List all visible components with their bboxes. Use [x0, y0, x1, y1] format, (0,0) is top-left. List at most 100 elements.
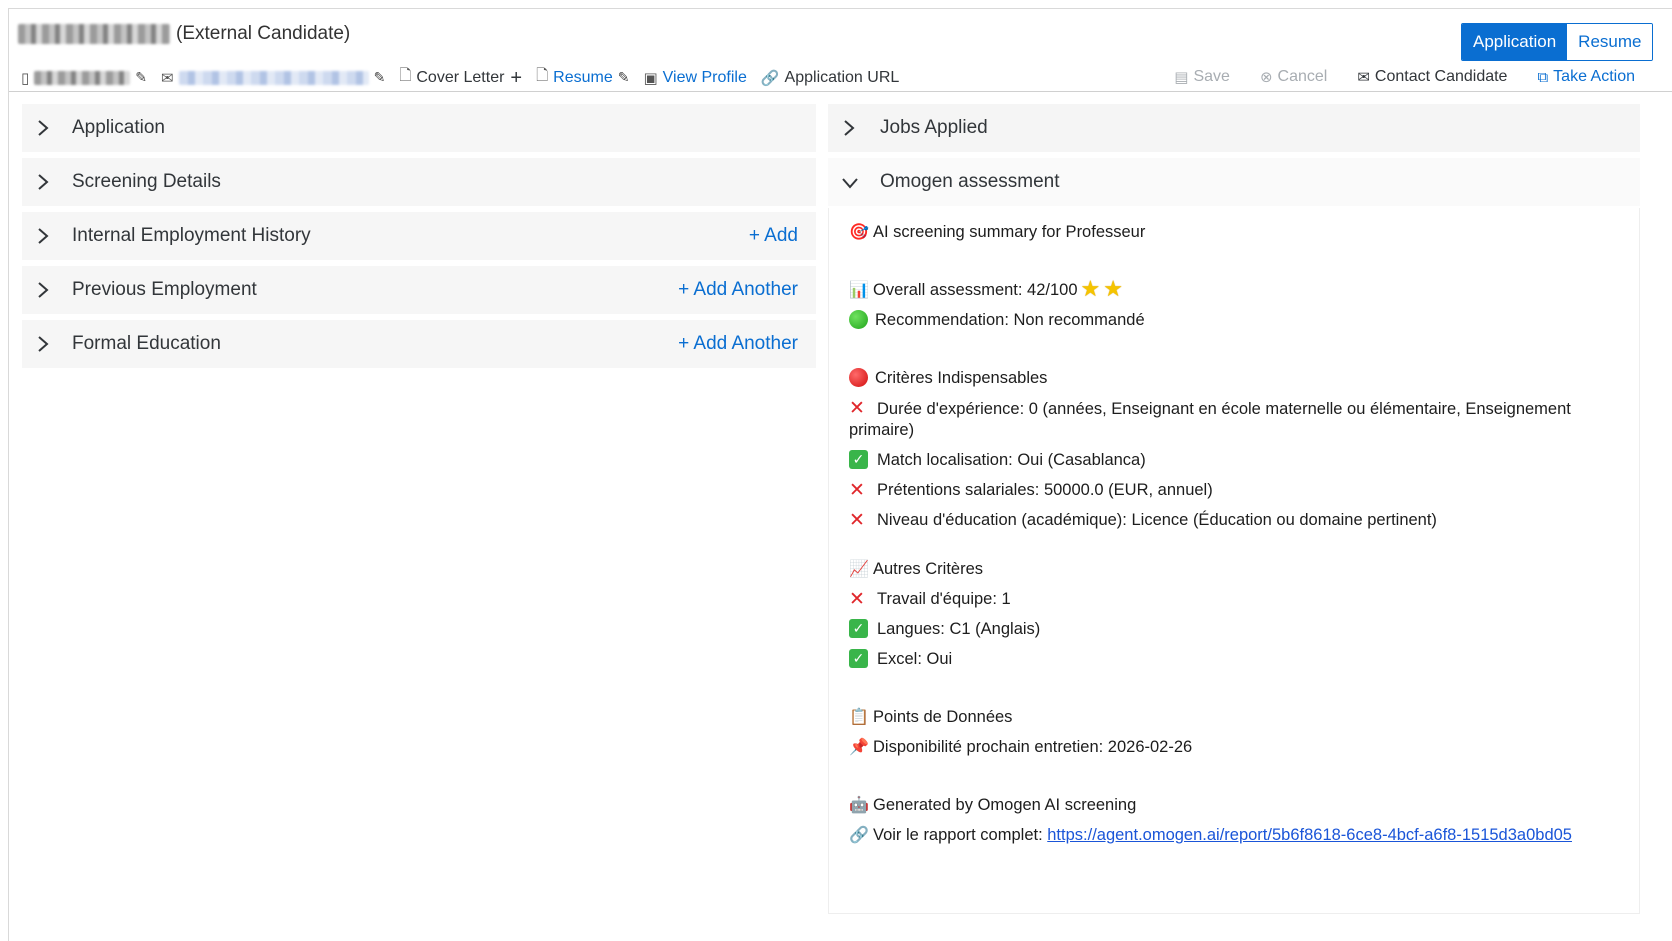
contact-candidate-button[interactable]: ✉ Contact Candidate [1357, 68, 1507, 86]
criterion-value: Oui (Casablanca) [1017, 451, 1146, 469]
section-internal-employment-history[interactable]: Internal Employment History + Add [22, 212, 816, 262]
header-actions: ▤ Save ⊗ Cancel ✉ Contact Candidate ⧉ Ta… [1144, 68, 1635, 86]
criterion-label: Durée d'expérience: [877, 400, 1025, 418]
section-title: Screening Details [72, 171, 221, 192]
bar-chart-icon: 📊 [849, 282, 869, 299]
generated-line: 🤖 Generated by Omogen AI screening [849, 795, 1639, 816]
resume-link[interactable]: 🗋 Resume ✎ [536, 65, 629, 90]
cross-mark-icon: ✕ [849, 480, 865, 501]
cross-mark-icon: ✕ [849, 398, 865, 419]
criterion-label: Langues: [877, 620, 945, 638]
candidate-info-row: ▯ ✎ ✉ ✎ 🗋 Cover Letter + 🗋 Resume ✎ ▣ Vi… [21, 65, 913, 90]
application-url-label: Application URL [784, 68, 900, 86]
green-circle-icon [849, 310, 868, 329]
report-label: Voir le rapport complet: [873, 826, 1048, 844]
phone-field[interactable]: ▯ ✎ [21, 69, 147, 87]
criterion-row: ✕ Prétentions salariales: 50000.0 (EUR, a… [849, 480, 1639, 501]
report-line: 🔗 Voir le rapport complet: https://agent… [849, 825, 1639, 846]
candidate-name-redacted [18, 24, 170, 44]
email-field[interactable]: ✉ ✎ [161, 69, 385, 87]
point-line: 📌 Disponibilité prochain entretien: 2026… [849, 737, 1639, 758]
section-title: Jobs Applied [880, 117, 988, 138]
criterion-row: ✕ Niveau d'éducation (académique): Licenc… [849, 510, 1639, 531]
points-title-line: 📋 Points de Données [849, 707, 1639, 728]
criterion-row: ✓ Excel: Oui [849, 649, 1639, 670]
add-internal-employment-button[interactable]: + Add [749, 225, 798, 247]
cross-mark-icon: ✕ [849, 589, 865, 610]
add-previous-employment-button[interactable]: + Add Another [678, 279, 798, 301]
link-icon: 🔗 [849, 827, 869, 844]
section-application[interactable]: Application [22, 104, 816, 154]
target-icon: 🎯 [849, 224, 869, 241]
pencil-icon[interactable]: ✎ [135, 69, 147, 86]
chevron-down-icon [842, 178, 858, 189]
chevron-right-icon [844, 120, 855, 136]
pencil-icon[interactable]: ✎ [618, 69, 630, 86]
candidate-name-row: (External Candidate) [18, 23, 350, 45]
chevron-right-icon [38, 336, 49, 352]
criterion-label: Niveau d'éducation (académique): [877, 511, 1127, 529]
section-jobs-applied[interactable]: Jobs Applied [828, 104, 1640, 154]
criterion-label: Excel: [877, 650, 922, 668]
section-screening-details[interactable]: Screening Details [22, 158, 816, 208]
cancel-icon: ⊗ [1259, 69, 1273, 86]
section-title: Internal Employment History [72, 225, 311, 246]
criterion-value: Licence (Éducation ou domaine pertinent) [1131, 511, 1437, 529]
pushpin-icon: 📌 [849, 739, 869, 756]
right-panel: Jobs Applied Omogen assessment 🎯 AI scre… [828, 104, 1640, 914]
red-circle-icon [849, 368, 868, 387]
plus-icon[interactable]: + [510, 68, 522, 88]
view-profile-link[interactable]: ▣ View Profile [643, 69, 746, 87]
recommendation-text: Recommendation: Non recommandé [875, 311, 1145, 329]
criterion-label: Match localisation: [877, 451, 1013, 469]
points-title: Points de Données [873, 708, 1013, 726]
toggle-application[interactable]: Application [1462, 24, 1568, 60]
criterion-row: ✓ Match localisation: Oui (Casablanca) [849, 450, 1639, 471]
contact-candidate-label: Contact Candidate [1374, 68, 1508, 85]
mail-icon: ✉ [161, 69, 174, 87]
view-profile-label: View Profile [662, 68, 747, 86]
report-link[interactable]: https://agent.omogen.ai/report/5b6f8618-… [1047, 826, 1572, 844]
candidate-header: (External Candidate) ▯ ✎ ✉ ✎ 🗋 Cover Let… [9, 9, 1672, 92]
check-mark-icon: ✓ [849, 450, 868, 469]
summary-line: 🎯 AI screening summary for Professeur [849, 222, 1639, 243]
criterion-value: 50000.0 (EUR, annuel) [1043, 481, 1213, 499]
criterion-row: ✕ Travail d'équipe: 1 [849, 589, 1639, 610]
check-mark-icon: ✓ [849, 619, 868, 638]
chevron-right-icon [38, 174, 49, 190]
section-formal-education[interactable]: Formal Education + Add Another [22, 320, 816, 370]
phone-icon: ▯ [21, 69, 30, 87]
resume-label: Resume [553, 68, 613, 86]
recommendation-line: Recommendation: Non recommandé [849, 310, 1639, 331]
robot-icon: 🤖 [849, 797, 869, 814]
toggle-resume[interactable]: Resume [1567, 24, 1653, 60]
section-omogen-assessment[interactable]: Omogen assessment [828, 158, 1640, 208]
document-icon: 🗋 [536, 67, 549, 84]
clipboard-icon: 📋 [849, 709, 869, 726]
summary-text: AI screening summary for Professeur [873, 223, 1146, 241]
cover-letter-label: Cover Letter [416, 68, 505, 86]
cover-letter[interactable]: 🗋 Cover Letter + [399, 65, 522, 90]
take-action-label: Take Action [1553, 68, 1635, 85]
add-formal-education-button[interactable]: + Add Another [678, 333, 798, 355]
section-title: Previous Employment [72, 279, 257, 300]
section-title: Omogen assessment [880, 171, 1060, 192]
save-button[interactable]: ▤ Save [1174, 68, 1230, 86]
criterion-row: ✓ Langues: C1 (Anglais) [849, 619, 1639, 640]
autres-list: ✕ Travail d'équipe: 1 ✓ Langues: C1 (Anglai… [849, 589, 1639, 670]
point-text: Disponibilité prochain entretien: 2026-0… [873, 738, 1193, 756]
overall-text: Overall assessment: 42/100 [873, 281, 1078, 299]
pencil-icon[interactable]: ✎ [374, 69, 386, 86]
overall-line: 📊 Overall assessment: 42/100 ★ ★ [849, 278, 1639, 302]
criterion-value: Oui [926, 650, 953, 668]
document-icon: 🗋 [399, 67, 412, 84]
rating-stars: ★ ★ [1078, 278, 1123, 302]
chevron-right-icon [38, 120, 49, 136]
take-action-button[interactable]: ⧉ Take Action [1537, 68, 1635, 86]
application-url-link[interactable]: 🔗 Application URL [761, 69, 899, 87]
save-label: Save [1193, 68, 1230, 85]
section-previous-employment[interactable]: Previous Employment + Add Another [22, 266, 816, 316]
cancel-button[interactable]: ⊗ Cancel [1260, 68, 1327, 86]
criterion-value: C1 (Anglais) [949, 620, 1041, 638]
trend-chart-icon: 📈 [849, 561, 869, 578]
